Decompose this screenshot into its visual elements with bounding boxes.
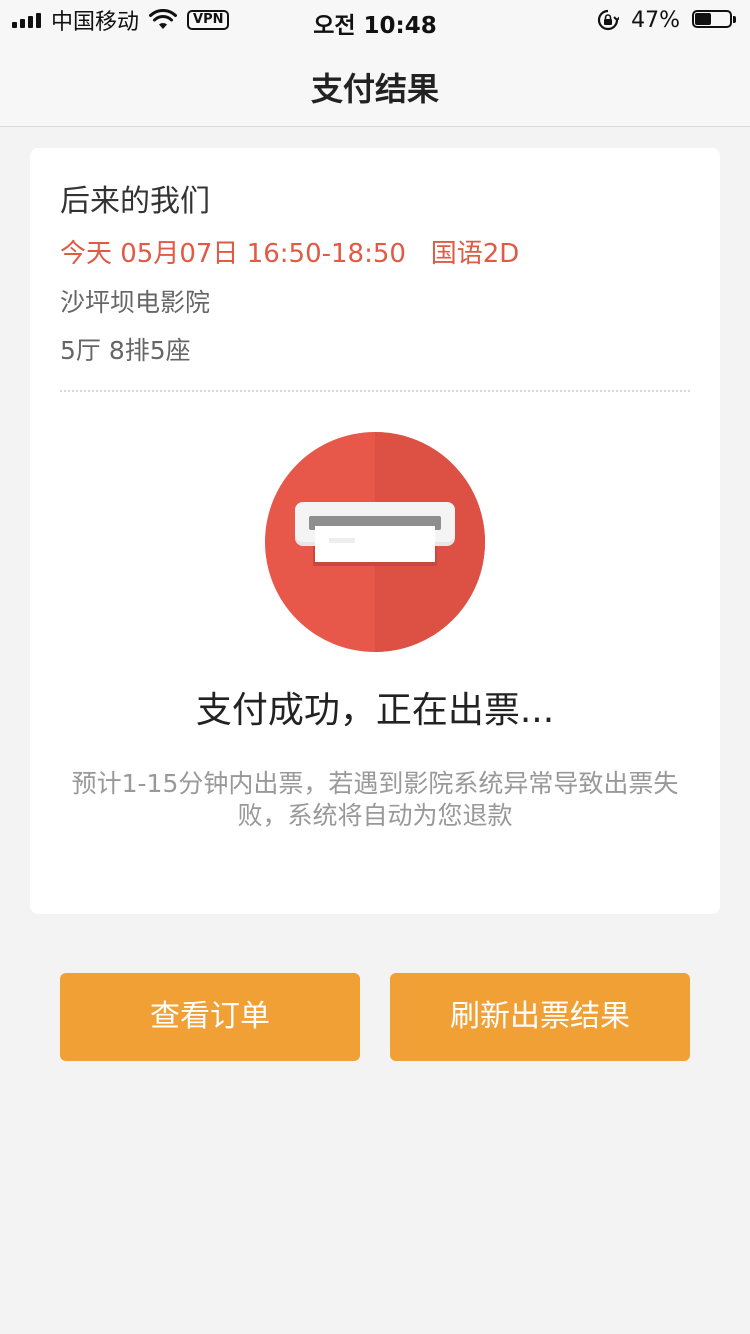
battery-percent: 47%: [631, 7, 680, 33]
dotted-divider: [60, 390, 690, 392]
ticket-printer-icon: [265, 432, 485, 652]
seat-info: 5厅 8排5座: [60, 336, 191, 365]
cinema-name: 沙坪坝电影院: [60, 288, 211, 317]
battery-icon: [692, 10, 736, 30]
showtime: 今天 05月07日 16:50-18:50 国语2D: [60, 239, 520, 269]
refresh-ticket-result-button[interactable]: 刷新出票结果: [390, 973, 690, 1061]
order-card: 后来的我们 今天 05月07日 16:50-18:50 国语2D 沙坪坝电影院 …: [30, 148, 720, 914]
ticket-status-title: 支付成功，正在出票...: [195, 690, 555, 731]
status-right: 47%: [597, 6, 736, 34]
ticket-status-description: 预计1-15分钟内出票，若遇到影院系统异常导致出票失败，系统将自动为您退款: [71, 769, 679, 830]
nav-bar: 支付结果: [0, 40, 750, 127]
status-bar: 中国移动 VPN 오전 10:48 47%: [0, 0, 750, 40]
movie-title: 后来的我们: [60, 184, 210, 219]
rotation-lock-icon: [598, 9, 620, 31]
view-orders-button[interactable]: 查看订单: [60, 973, 360, 1061]
page-title: 支付结果: [310, 70, 439, 108]
